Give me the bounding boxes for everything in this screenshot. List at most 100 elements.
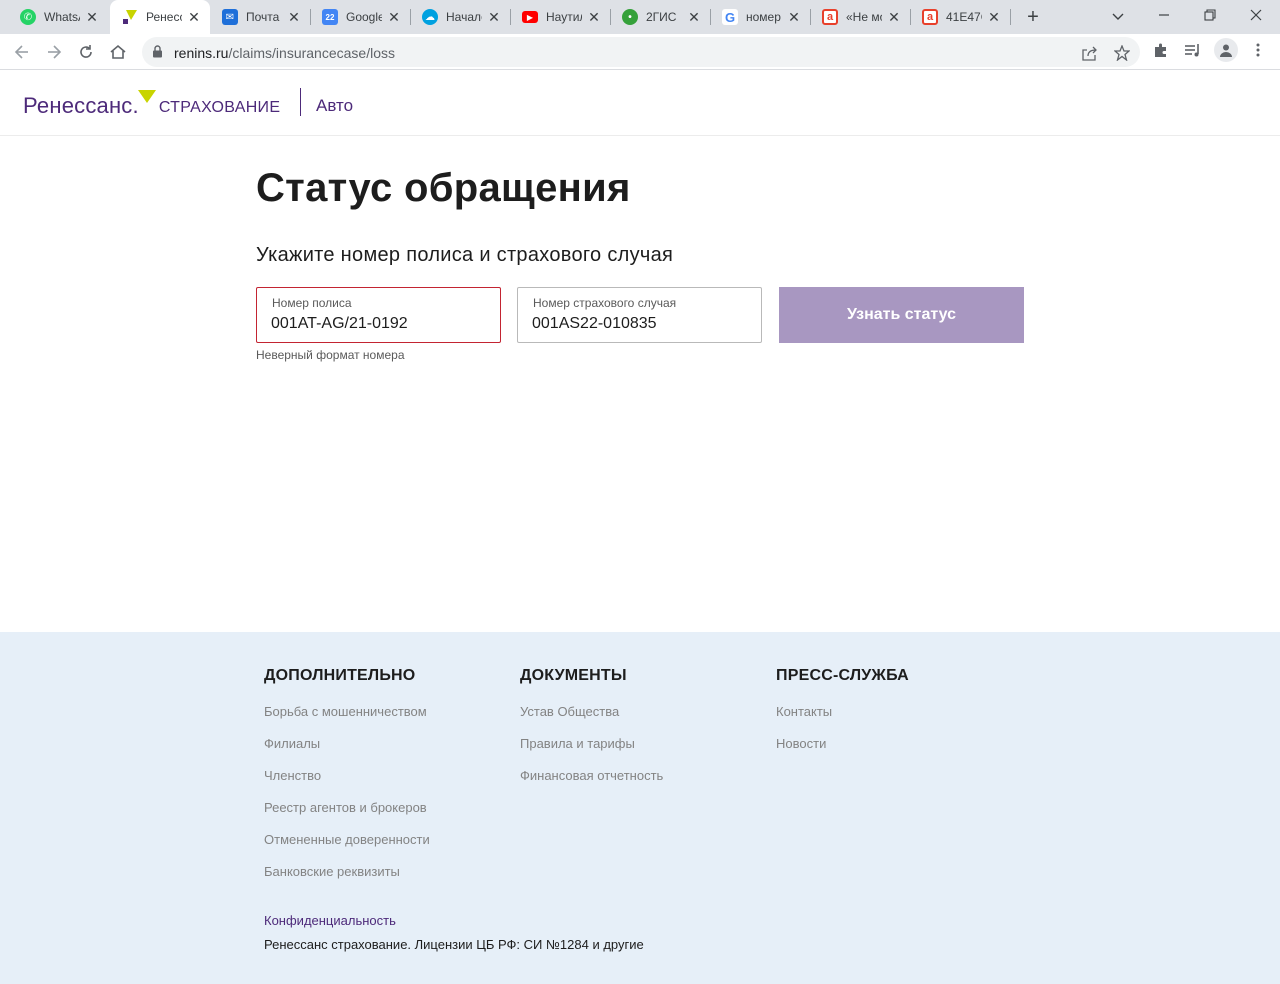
footer-link[interactable]: Реестр агентов и брокеров	[264, 800, 430, 832]
minimize-icon	[1159, 14, 1169, 16]
case-number-label: Номер страхового случая	[533, 296, 677, 310]
site-footer: ДОПОЛНИТЕЛЬНО Борьба с мошенничеством Фи…	[0, 632, 1280, 984]
2gis-icon: •	[622, 9, 638, 25]
tab-label: Google	[346, 10, 382, 24]
avito-icon: a	[922, 9, 938, 25]
tab-renins[interactable]: Ренессанс ✕	[110, 0, 210, 34]
case-number-input[interactable]	[532, 315, 742, 333]
tab-search-button[interactable]	[1104, 4, 1132, 28]
google-calendar-icon: 22	[322, 9, 338, 25]
logo-divider	[300, 88, 301, 116]
footer-column-press: ПРЕСС-СЛУЖБА Контакты Новости	[776, 667, 909, 768]
tab-label: 41E47C	[946, 10, 982, 24]
avito-icon: a	[822, 9, 838, 25]
reload-button[interactable]	[74, 40, 98, 64]
media-queue-icon[interactable]	[1183, 40, 1203, 60]
tab-whatsapp[interactable]: ✆ WhatsApp ✕	[8, 0, 108, 34]
close-icon[interactable]: ✕	[986, 9, 1002, 25]
close-window-button[interactable]	[1242, 4, 1270, 28]
salesforce-icon: ☁	[422, 9, 438, 25]
form-subtitle: Укажите номер полиса и страхового случая	[256, 244, 674, 266]
tab-2gis[interactable]: • 2ГИС ✕	[610, 0, 710, 34]
tab-label: Начало	[446, 10, 482, 24]
restore-icon	[1204, 9, 1216, 21]
footer-link[interactable]: Членство	[264, 768, 430, 800]
whatsapp-icon: ✆	[20, 9, 36, 25]
footer-heading: ПРЕСС-СЛУЖБА	[776, 667, 909, 684]
reload-icon	[80, 45, 92, 58]
footer-link[interactable]: Борьба с мошенничеством	[264, 704, 430, 736]
logo-sub-text: СТРАХОВАНИЕ	[158, 99, 281, 116]
case-number-field[interactable]: Номер страхового случая	[517, 287, 762, 343]
tab-salesforce[interactable]: ☁ Начало ✕	[410, 0, 510, 34]
home-button[interactable]	[106, 40, 130, 64]
forward-button[interactable]	[42, 40, 66, 64]
footer-link[interactable]: Финансовая отчетность	[520, 768, 663, 800]
close-icon[interactable]: ✕	[286, 9, 302, 25]
footer-link[interactable]: Контакты	[776, 704, 909, 736]
footer-link[interactable]: Отмененные доверенности	[264, 832, 430, 864]
arrow-right-icon	[48, 45, 62, 59]
renins-icon	[122, 9, 138, 25]
mail-icon: ✉	[222, 9, 238, 25]
youtube-icon: ▶	[522, 11, 538, 23]
check-status-button[interactable]: Узнать статус	[779, 287, 1024, 343]
tab-google-search[interactable]: G номер ✕	[710, 0, 810, 34]
close-icon[interactable]: ✕	[786, 9, 802, 25]
policy-number-field[interactable]: Номер полиса	[256, 287, 501, 343]
close-icon	[1250, 9, 1262, 21]
close-icon[interactable]: ✕	[586, 9, 602, 25]
new-tab-button[interactable]: +	[1022, 7, 1044, 27]
policy-number-label: Номер полиса	[272, 296, 352, 310]
tab-label: Почта	[246, 10, 280, 24]
minimize-button[interactable]	[1150, 4, 1178, 28]
footer-heading: ДОКУМЕНТЫ	[520, 667, 627, 684]
bookmark-star-icon[interactable]	[1112, 43, 1132, 63]
browser-tab-strip: ✆ WhatsApp ✕ Ренессанс ✕ ✉ Почта ✕ 22 Go…	[0, 0, 1280, 34]
tab-label: номер	[746, 10, 781, 24]
tab-label: Ренессанс	[146, 10, 182, 24]
footer-link[interactable]: Банковские реквизиты	[264, 864, 430, 896]
profile-avatar-icon[interactable]	[1214, 38, 1238, 62]
url-text: renins.ru/claims/insurancecase/loss	[174, 45, 395, 61]
tab-mail[interactable]: ✉ Почта ✕	[210, 0, 310, 34]
tab-label: 2ГИС	[646, 10, 677, 24]
close-icon[interactable]: ✕	[84, 9, 100, 25]
browser-toolbar: renins.ru/claims/insurancecase/loss	[0, 34, 1280, 70]
footer-link[interactable]: Правила и тарифы	[520, 736, 663, 768]
google-icon: G	[722, 9, 738, 25]
tab-label: WhatsApp	[44, 10, 80, 24]
footer-link[interactable]: Филиалы	[264, 736, 430, 768]
back-button[interactable]	[10, 40, 34, 64]
tab-label: «Не мо	[846, 10, 882, 24]
tab-avito-2[interactable]: a 41E47C ✕	[910, 0, 1010, 34]
tab-avito-1[interactable]: a «Не мо ✕	[810, 0, 910, 34]
tab-label: Наутилус	[546, 10, 582, 24]
tab-youtube[interactable]: ▶ Наутилус ✕	[510, 0, 610, 34]
renins-logo[interactable]: Ренессанс. СТРАХОВАНИЕ	[23, 89, 280, 119]
restore-button[interactable]	[1196, 4, 1224, 28]
site-header: Ренессанс. СТРАХОВАНИЕ Авто	[0, 71, 1280, 136]
policy-number-input[interactable]	[271, 315, 481, 333]
close-icon[interactable]: ✕	[386, 9, 402, 25]
close-icon[interactable]: ✕	[686, 9, 702, 25]
kebab-menu-icon[interactable]	[1248, 40, 1268, 60]
close-icon[interactable]: ✕	[186, 9, 202, 25]
home-icon	[110, 44, 126, 59]
lock-icon	[152, 45, 163, 63]
footer-link[interactable]: Устав Общества	[520, 704, 663, 736]
chevron-down-icon	[1112, 13, 1124, 20]
close-icon[interactable]: ✕	[886, 9, 902, 25]
url-domain: renins.ru	[174, 45, 229, 61]
extensions-puzzle-icon[interactable]	[1151, 40, 1171, 60]
footer-link[interactable]: Новости	[776, 736, 909, 768]
tab-google-calendar[interactable]: 22 Google ✕	[310, 0, 410, 34]
share-icon[interactable]	[1080, 43, 1100, 63]
policy-error-message: Неверный формат номера	[256, 348, 405, 362]
page-title: Статус обращения	[256, 166, 631, 210]
logo-main-text: Ренессанс.	[23, 93, 139, 118]
section-auto-link[interactable]: Авто	[316, 96, 353, 116]
address-bar[interactable]: renins.ru/claims/insurancecase/loss	[142, 37, 1140, 67]
close-icon[interactable]: ✕	[486, 9, 502, 25]
privacy-link[interactable]: Конфиденциальность	[264, 913, 396, 928]
